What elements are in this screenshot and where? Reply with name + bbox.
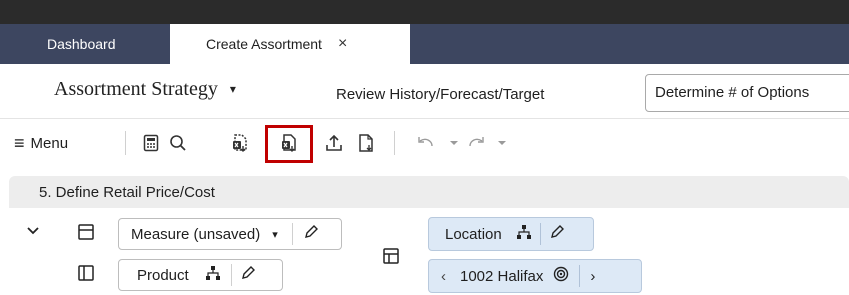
step-determine-options[interactable]: Determine # of Options — [645, 74, 849, 112]
assortment-strategy-dropdown[interactable]: Assortment Strategy ▾ — [54, 78, 236, 101]
pencil-icon[interactable] — [549, 224, 565, 244]
caret-down-icon: ▾ — [272, 228, 278, 241]
tab-dashboard[interactable]: Dashboard — [0, 24, 170, 64]
divider — [291, 223, 293, 245]
location-selector[interactable]: Location — [428, 217, 594, 251]
product-selector[interactable]: Product — [118, 259, 283, 291]
upload-icon[interactable] — [322, 131, 346, 155]
panel-title: 5. Define Retail Price/Cost — [39, 184, 215, 201]
tab-create-assortment-label: Create Assortment — [206, 36, 322, 52]
undo-icon[interactable] — [414, 131, 438, 155]
hierarchy-icon[interactable] — [516, 224, 532, 244]
tab-dashboard-label: Dashboard — [47, 36, 116, 52]
pencil-icon[interactable] — [240, 265, 256, 285]
save-icon[interactable] — [354, 131, 378, 155]
export-icon[interactable] — [228, 131, 252, 155]
divider — [230, 264, 232, 286]
location-value-selector[interactable]: ‹ 1002 Halifax › — [428, 259, 642, 293]
caret-down-icon: ▾ — [229, 82, 236, 96]
page-title: Assortment Strategy — [54, 78, 218, 100]
step-review-history[interactable]: Review History/Forecast/Target — [336, 86, 544, 103]
divider — [579, 265, 581, 287]
search-icon[interactable] — [166, 131, 190, 155]
close-icon[interactable]: × — [338, 35, 347, 53]
row-layout-icon — [78, 224, 94, 245]
pivot-icon — [383, 248, 399, 269]
hierarchy-icon[interactable] — [205, 265, 221, 285]
location-value: 1002 Halifax — [460, 267, 544, 285]
calculator-icon[interactable] — [139, 131, 163, 155]
menu-label: Menu — [30, 135, 69, 152]
measure-label: Measure (unsaved) — [131, 225, 261, 243]
next-button[interactable]: › — [590, 268, 595, 285]
menu-icon: ≡ — [14, 133, 25, 153]
redo-icon[interactable] — [464, 131, 488, 155]
location-label: Location — [445, 225, 502, 243]
tab-create-assortment[interactable]: Create Assortment × — [170, 24, 410, 64]
column-layout-icon — [78, 265, 94, 286]
previous-button[interactable]: ‹ — [441, 268, 446, 285]
top-bar — [0, 0, 849, 24]
undo-dropdown-icon[interactable] — [442, 131, 466, 155]
divider — [539, 223, 541, 245]
pencil-icon[interactable] — [303, 224, 319, 244]
measure-selector[interactable]: Measure (unsaved) ▾ — [118, 218, 342, 250]
toolbar-divider — [125, 131, 126, 155]
product-label: Product — [137, 266, 189, 284]
menu-button[interactable]: ≡ Menu — [14, 133, 68, 154]
chevron-down-icon[interactable] — [26, 224, 40, 243]
target-icon[interactable] — [553, 266, 569, 286]
export-highlighted-icon[interactable] — [277, 131, 301, 155]
toolbar-divider — [394, 131, 395, 155]
redo-dropdown-icon[interactable] — [490, 131, 514, 155]
